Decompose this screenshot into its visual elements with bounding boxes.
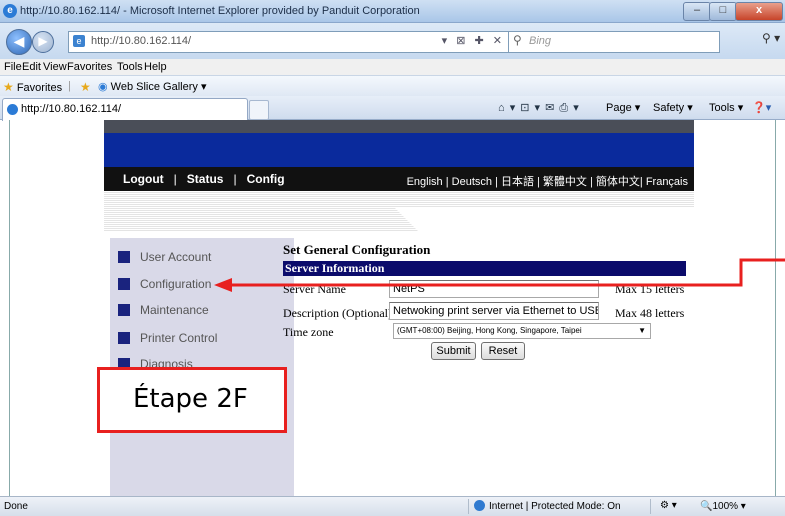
sidebar-item-label: User Account — [140, 250, 212, 264]
sidebar-item-label: Printer Control — [140, 331, 218, 345]
nav-separator: | — [233, 172, 237, 186]
description-limit: Max 48 letters — [615, 306, 685, 320]
address-row: ◀ ▶ e http://10.80.162.114/ ▾ ⊠ ✚ ✕ ⚲ Bi… — [0, 23, 785, 59]
tools-menu[interactable]: Tools ▾ — [709, 101, 743, 114]
header-stripes — [104, 191, 694, 231]
security-zone-label: Internet | Protected Mode: On — [489, 501, 621, 512]
menu-bar: File Edit View Favorites Tools Help — [0, 59, 785, 75]
status-bar: Done Internet | Protected Mode: On ⚙ ▾ 🔍… — [0, 496, 785, 516]
add-favorite-button[interactable]: ★ — [80, 80, 91, 94]
address-tools[interactable]: ▾ ⊠ ✚ ✕ — [442, 34, 505, 47]
bullet-square-icon — [118, 304, 130, 316]
search-icon: ⚲ — [513, 33, 522, 47]
maximize-button[interactable]: □ — [709, 2, 737, 21]
close-button[interactable]: x — [735, 2, 783, 21]
favorites-divider: | — [68, 80, 71, 92]
config-link[interactable]: Config — [247, 172, 285, 186]
nav-separator: | — [173, 172, 177, 186]
status-link[interactable]: Status — [187, 172, 224, 186]
protected-mode-icon[interactable]: ⚙ ▾ — [660, 500, 677, 511]
web-slice-gallery[interactable]: ◉ Web Slice Gallery ▾ — [98, 80, 206, 93]
favorites-bar: ★ Favorites | ★ ◉ Web Slice Gallery ▾ — [0, 75, 785, 96]
description-field[interactable]: Netwoking print server via Ethernet to U… — [389, 302, 599, 320]
security-zone[interactable]: Internet | Protected Mode: On — [474, 500, 621, 514]
zoom-level[interactable]: 🔍100% ▾ — [700, 501, 746, 512]
bullet-square-icon — [118, 278, 130, 290]
web-slice-label: Web Slice Gallery ▾ — [110, 81, 207, 93]
search-placeholder: Bing — [529, 35, 552, 47]
add-star-icon: ★ — [80, 80, 91, 94]
form-title: Set General Configuration — [283, 242, 431, 257]
menu-file[interactable]: File — [4, 61, 22, 73]
server-name-limit: Max 15 letters — [615, 282, 685, 296]
favorites-label: Favorites — [16, 82, 63, 94]
timezone-label: Time zone — [283, 325, 334, 339]
command-icons[interactable]: ⌂ ▾ ⊡ ▾ ✉ ⎙ ▾ — [498, 101, 580, 115]
description-label: Description (Optional) — [283, 306, 392, 320]
menu-help[interactable]: Help — [144, 61, 167, 73]
status-divider — [468, 499, 469, 514]
submit-button[interactable]: Submit — [431, 342, 476, 360]
back-arrow-icon: ◀ — [13, 33, 25, 49]
tab-favicon-icon — [7, 104, 18, 115]
header-notch — [394, 207, 418, 231]
help-icon[interactable]: ❓▾ — [752, 101, 771, 114]
address-url: http://10.80.162.114/ — [91, 35, 192, 47]
search-input[interactable]: ⚲ Bing — [508, 31, 720, 53]
window-titlebar: e http://10.80.162.114/ - Microsoft Inte… — [0, 0, 785, 23]
status-text: Done — [4, 501, 28, 512]
search-button[interactable]: ⚲ ▾ — [762, 31, 780, 45]
address-bar[interactable]: e http://10.80.162.114/ ▾ ⊠ ✚ ✕ — [68, 31, 510, 53]
menu-tools[interactable]: Tools — [117, 61, 143, 73]
tab-bar: http://10.80.162.114/ ⌂ ▾ ⊡ ▾ ✉ ⎙ ▾ Page… — [0, 96, 785, 121]
server-name-label: Server Name — [283, 282, 346, 296]
sidebar-item-label: Maintenance — [140, 303, 209, 317]
menu-edit[interactable]: Edit — [22, 61, 41, 73]
step-label: Étape 2F — [133, 384, 248, 414]
minimize-button[interactable]: – — [683, 2, 711, 21]
section-header: Server Information — [283, 261, 686, 276]
bullet-square-icon — [118, 332, 130, 344]
logout-link[interactable]: Logout — [123, 172, 164, 186]
tab-title: http://10.80.162.114/ — [21, 103, 122, 115]
bullet-square-icon — [118, 251, 130, 263]
web-slice-icon: ◉ — [98, 81, 108, 93]
header-banner — [104, 133, 694, 167]
reset-button[interactable]: Reset — [481, 342, 525, 360]
favorites-button[interactable]: ★ Favorites — [3, 80, 62, 94]
timezone-value: (GMT+08:00) Beijing, Hong Kong, Singapor… — [397, 326, 582, 335]
star-icon: ★ — [3, 80, 14, 94]
site-navbar: Logout | Status | Config English | Deutsch |… — [104, 167, 694, 191]
server-name-field[interactable]: NetPS — [389, 280, 599, 298]
chevron-down-icon: ▼ — [638, 326, 646, 335]
status-divider — [650, 499, 651, 514]
back-button[interactable]: ◀ — [6, 29, 32, 55]
page-icon: e — [73, 35, 85, 47]
page-menu[interactable]: Page ▾ — [606, 101, 640, 114]
sidebar-item-label: Configuration — [140, 277, 212, 291]
tab-current[interactable]: http://10.80.162.114/ — [2, 98, 248, 121]
safety-menu[interactable]: Safety ▾ — [653, 101, 693, 114]
menu-view[interactable]: View — [43, 61, 67, 73]
timezone-select[interactable]: (GMT+08:00) Beijing, Hong Kong, Singapor… — [393, 323, 651, 339]
header-notch-fill — [418, 207, 694, 231]
menu-favorites[interactable]: Favorites — [67, 61, 112, 73]
globe-icon — [474, 500, 485, 511]
command-bar: ⌂ ▾ ⊡ ▾ ✉ ⎙ ▾ Page ▾ Safety ▾ Tools ▾ ❓▾ — [490, 101, 785, 117]
header-gray-strip — [104, 120, 694, 133]
step-callout: Étape 2F — [97, 367, 287, 433]
ie-logo-icon: e — [3, 4, 17, 18]
forward-button[interactable]: ▶ — [32, 31, 54, 53]
forward-arrow-icon: ▶ — [38, 34, 48, 48]
new-tab-button[interactable] — [249, 100, 269, 120]
window-title: http://10.80.162.114/ - Microsoft Intern… — [20, 5, 420, 17]
language-links[interactable]: English | Deutsch | 日本語 | 繁體中文 | 簡体中文| F… — [407, 173, 688, 189]
